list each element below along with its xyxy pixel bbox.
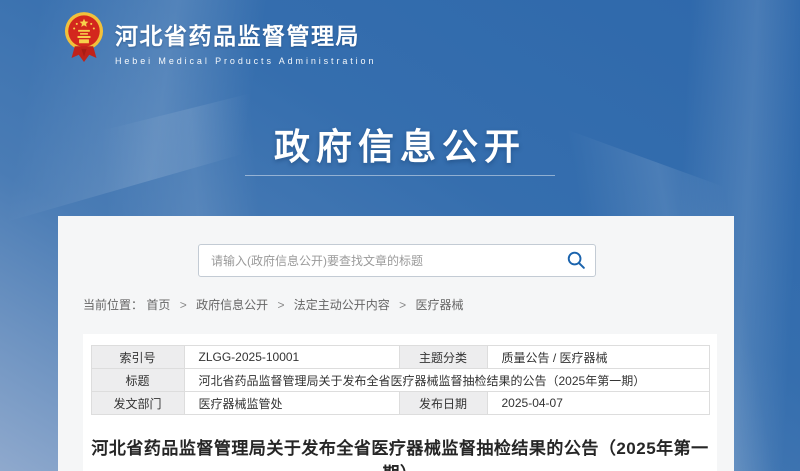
- site-title: 河北省药品监督管理局: [115, 17, 376, 51]
- national-emblem-icon: [63, 10, 105, 73]
- doc-pubdate-value: 2025-04-07: [487, 392, 709, 415]
- table-row: 标题 河北省药品监督管理局关于发布全省医疗器械监督抽检结果的公告（2025年第一…: [91, 369, 709, 392]
- table-row: 索引号 ZLGG-2025-10001 主题分类 质量公告 / 医疗器械: [91, 346, 709, 369]
- header-brand[interactable]: 河北省药品监督管理局 Hebei Medical Products Admini…: [63, 10, 376, 73]
- breadcrumb-current: 医疗器械: [416, 298, 464, 312]
- doc-index-value: ZLGG-2025-10001: [184, 346, 399, 369]
- doc-department-value: 医疗器械监管处: [184, 392, 399, 415]
- title-underline-divider: [245, 175, 555, 176]
- breadcrumb-separator: >: [180, 298, 187, 312]
- article-title: 河北省药品监督管理局关于发布全省医疗器械监督抽检结果的公告（2025年第一期）: [83, 434, 717, 471]
- breadcrumb-prefix: 当前位置：: [83, 298, 143, 312]
- doc-topic-label: 主题分类: [399, 346, 487, 369]
- doc-info-table: 索引号 ZLGG-2025-10001 主题分类 质量公告 / 医疗器械 标题 …: [91, 345, 710, 415]
- page-title: 政府信息公开: [0, 118, 800, 170]
- doc-index-label: 索引号: [91, 346, 184, 369]
- search-icon: [566, 259, 587, 274]
- table-row: 发文部门 医疗器械监管处 发布日期 2025-04-07: [91, 392, 709, 415]
- search-bar: [198, 244, 596, 277]
- doc-topic-value: 质量公告 / 医疗器械: [487, 346, 709, 369]
- doc-title-label: 标题: [91, 369, 184, 392]
- breadcrumb-separator: >: [277, 298, 284, 312]
- search-button[interactable]: [566, 250, 587, 271]
- breadcrumb-link-home[interactable]: 首页: [146, 298, 170, 312]
- breadcrumb: 当前位置： 首页 > 政府信息公开 > 法定主动公开内容 > 医疗器械: [83, 296, 464, 313]
- doc-pubdate-label: 发布日期: [399, 392, 487, 415]
- breadcrumb-link-disclosure[interactable]: 法定主动公开内容: [294, 298, 390, 312]
- page-background: 河北省药品监督管理局 Hebei Medical Products Admini…: [0, 0, 800, 471]
- breadcrumb-link-gov-info[interactable]: 政府信息公开: [196, 298, 268, 312]
- document-panel: 索引号 ZLGG-2025-10001 主题分类 质量公告 / 医疗器械 标题 …: [83, 334, 717, 471]
- doc-department-label: 发文部门: [91, 392, 184, 415]
- breadcrumb-separator: >: [399, 298, 406, 312]
- doc-title-value: 河北省药品监督管理局关于发布全省医疗器械监督抽检结果的公告（2025年第一期）: [184, 369, 709, 392]
- content-card: 当前位置： 首页 > 政府信息公开 > 法定主动公开内容 > 医疗器械 索引号 …: [58, 216, 734, 471]
- search-input[interactable]: [198, 244, 596, 277]
- site-subtitle: Hebei Medical Products Administration: [115, 56, 376, 66]
